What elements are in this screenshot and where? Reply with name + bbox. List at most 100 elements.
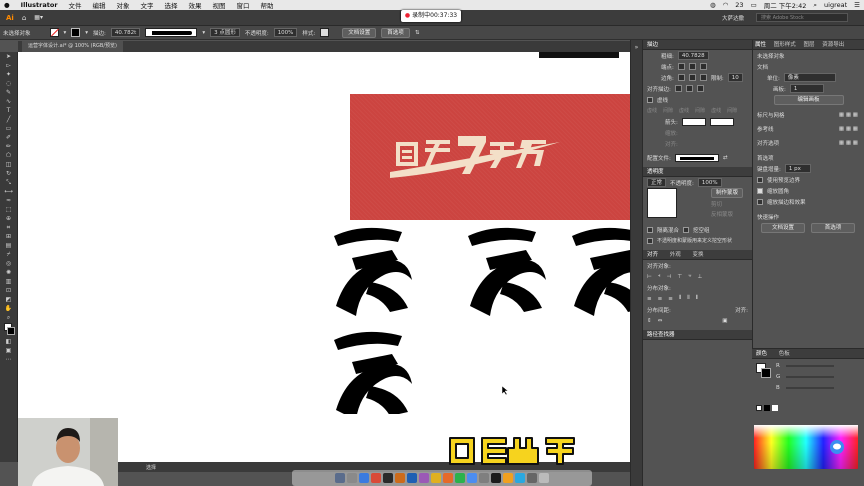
align-inside-icon[interactable] <box>685 85 693 92</box>
distribute-vspace-icon[interactable]: ⇕ <box>647 318 652 324</box>
brush-definition[interactable]: 3 点圆形 <box>210 28 240 37</box>
current-tool-status[interactable]: 选择 <box>146 464 156 471</box>
selection-tool-icon[interactable]: ➤ <box>4 53 14 61</box>
align-bottom-icon[interactable]: ⊥ <box>698 274 703 280</box>
stock-search-input[interactable]: 搜索 Adobe Stock <box>756 13 848 22</box>
dock-terminal-icon[interactable] <box>383 473 393 483</box>
transparency-panel-header[interactable]: 透明度 <box>643 167 752 177</box>
isolate-blending-checkbox[interactable] <box>647 226 653 233</box>
pathfinder-panel-header[interactable]: 路径查找器 <box>643 330 752 340</box>
slice-tool-icon[interactable]: ◩ <box>4 296 14 304</box>
battery-icon[interactable]: ▭ <box>751 1 757 9</box>
paintbrush-tool-icon[interactable]: ✐ <box>4 134 14 142</box>
more-tools-icon[interactable]: ⋯ <box>4 356 14 364</box>
scale-corners-checkbox[interactable] <box>757 187 763 194</box>
arrowhead-end-select[interactable] <box>709 117 734 126</box>
menu-type[interactable]: 文字 <box>141 0 154 10</box>
make-mask-button[interactable]: 制作蒙版 <box>711 188 744 198</box>
distribute-hspace-icon[interactable]: ⇔ <box>658 318 663 324</box>
dock-safari-icon[interactable] <box>359 473 369 483</box>
distribute-vcenter-icon[interactable]: ≡ <box>658 296 663 302</box>
dock-premiere-icon[interactable] <box>419 473 429 483</box>
document-tab[interactable]: 运营字体设计.ai* @ 100% (RGB/预览) <box>22 41 123 52</box>
rectangle-tool-icon[interactable]: ▭ <box>4 125 14 133</box>
fill-dropdown-icon[interactable]: ▾ <box>64 30 67 36</box>
line-tool-icon[interactable]: ╱ <box>4 116 14 124</box>
tab-appearance[interactable]: 外观 <box>670 252 681 258</box>
keyboard-increment-field[interactable]: 1 px <box>784 164 811 173</box>
dock-app3-icon[interactable] <box>527 473 537 483</box>
menu-effect[interactable]: 效果 <box>189 0 202 10</box>
artboard-select[interactable]: 1 <box>789 84 824 93</box>
distribute-bottom-icon[interactable]: ≡ <box>668 296 673 302</box>
opacity-input[interactable]: 100% <box>273 28 298 37</box>
user-name[interactable]: uigreat <box>824 1 847 9</box>
chat-bubble-icon[interactable] <box>830 440 844 454</box>
tab-pathfinder[interactable]: 路径查找器 <box>647 332 675 338</box>
mesh-tool-icon[interactable]: ⊞ <box>4 233 14 241</box>
tab-transparency[interactable]: 透明度 <box>647 169 664 175</box>
column-graph-tool-icon[interactable]: ▥ <box>4 278 14 286</box>
snap-toggle-icons[interactable]: ▦ ▦ ▦ <box>839 140 858 146</box>
dock-trash-icon[interactable] <box>539 473 549 483</box>
glyph-study-3[interactable] <box>572 227 632 316</box>
quick-preferences-button[interactable]: 首选项 <box>811 222 855 233</box>
gradient-tool-icon[interactable]: ▤ <box>4 242 14 250</box>
fill-swatch[interactable] <box>49 28 59 37</box>
black-swatch[interactable] <box>764 405 770 411</box>
variable-width-profile[interactable] <box>145 28 198 37</box>
clip-checkbox-label[interactable]: 剪切 <box>711 200 743 208</box>
quick-document-setup-button[interactable]: 文档设置 <box>761 222 805 233</box>
white-swatch[interactable] <box>772 405 778 411</box>
align-to-selection-icon[interactable]: ▣ <box>722 318 727 324</box>
knockout-group-checkbox[interactable] <box>683 226 690 233</box>
flip-profile-icon[interactable]: ⇄ <box>723 155 728 161</box>
collapse-panels-icon[interactable]: » <box>632 44 642 52</box>
curvature-tool-icon[interactable]: ∿ <box>4 98 14 106</box>
edit-artboard-button[interactable]: 编辑画板 <box>773 94 844 105</box>
tab-asset-export[interactable]: 资源导出 <box>822 42 844 48</box>
color-fill-stroke-icon[interactable] <box>756 363 772 379</box>
glyph-study-2[interactable] <box>468 227 546 316</box>
stroke-weight-input[interactable]: 40.782t <box>110 28 141 37</box>
dock-settings-icon[interactable] <box>479 473 489 483</box>
dock-illustrator-icon[interactable] <box>395 473 405 483</box>
pencil-tool-icon[interactable]: ✏ <box>4 143 14 151</box>
align-left-icon[interactable]: ⊢ <box>647 274 652 280</box>
width-profile-select[interactable] <box>674 153 719 162</box>
brush-dropdown-icon[interactable]: ▾ <box>202 30 205 36</box>
clock[interactable]: 周二 下午2:42 <box>764 0 807 10</box>
dock-chrome-icon[interactable] <box>371 473 381 483</box>
dock-obs-icon[interactable] <box>491 473 501 483</box>
artboard-tool-icon[interactable]: ⊡ <box>4 287 14 295</box>
status-count[interactable]: 23 <box>735 1 743 9</box>
tab-properties[interactable]: 属性 <box>755 42 766 48</box>
stroke-panel-header[interactable]: 描边 <box>643 40 752 50</box>
blend-tool-icon[interactable]: ◎ <box>4 260 14 268</box>
red-banner-artwork[interactable] <box>350 94 632 220</box>
eraser-tool-icon[interactable]: ◫ <box>4 161 14 169</box>
green-slider[interactable] <box>786 376 834 378</box>
stroke-weight-field[interactable]: 40.7828 <box>677 51 709 60</box>
align-vcenter-icon[interactable]: ⫟ <box>688 273 691 280</box>
glyph-study-1[interactable] <box>334 227 412 316</box>
opacity-mask-shape-checkbox[interactable] <box>647 237 653 244</box>
menu-help[interactable]: 帮助 <box>261 0 274 10</box>
tab-layers[interactable]: 图层 <box>804 42 815 48</box>
hand-tool-icon[interactable]: ✋ <box>4 305 14 313</box>
menu-select[interactable]: 选择 <box>165 0 178 10</box>
arrowhead-start-select[interactable] <box>681 117 706 126</box>
arrange-icon[interactable]: ⇅ <box>415 30 420 36</box>
dock-photoshop-icon[interactable] <box>407 473 417 483</box>
menu-object[interactable]: 对象 <box>117 0 130 10</box>
invert-mask-label[interactable]: 反相蒙版 <box>711 210 743 218</box>
transparency-thumbnail[interactable] <box>647 188 677 218</box>
eyedropper-tool-icon[interactable]: ⌿ <box>4 251 14 259</box>
menu-edit[interactable]: 编辑 <box>93 0 106 10</box>
glyph-study-4[interactable] <box>334 331 412 414</box>
direct-selection-tool-icon[interactable]: ▻ <box>4 62 14 70</box>
align-outside-icon[interactable] <box>696 85 704 92</box>
dashed-checkbox[interactable] <box>647 96 653 103</box>
workspace-switcher[interactable]: 大萨达撒 <box>722 14 744 22</box>
graphic-style-swatch[interactable] <box>320 28 330 37</box>
